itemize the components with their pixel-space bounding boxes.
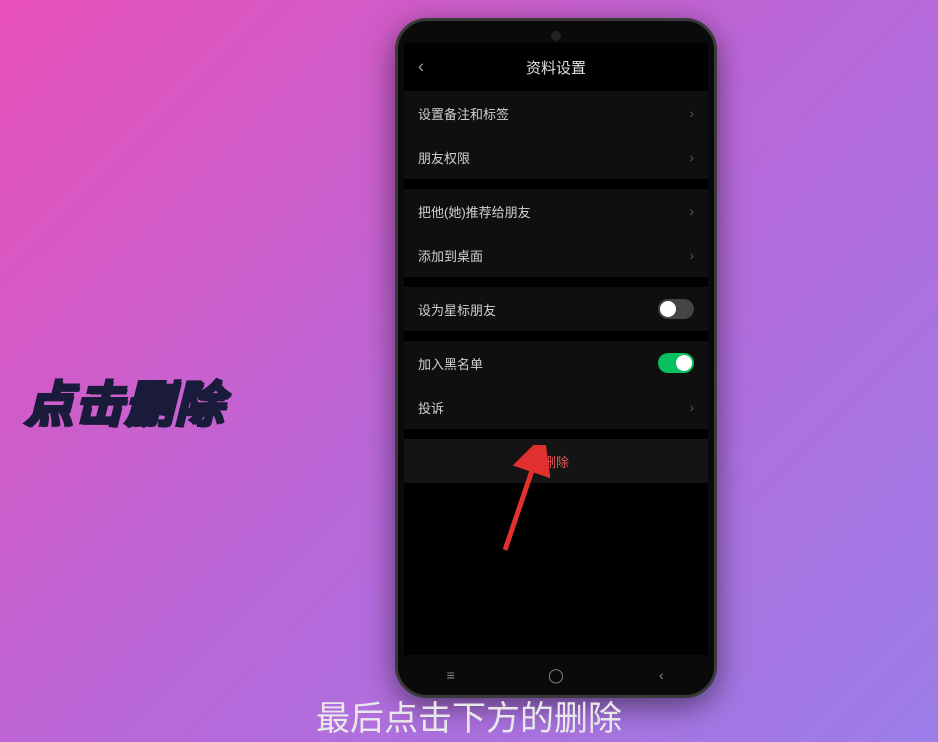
toggle-knob bbox=[676, 355, 692, 371]
section-gap bbox=[404, 179, 708, 189]
android-nav-bar: ≡ ◯ ‹ bbox=[398, 663, 714, 687]
chevron-right-icon: › bbox=[689, 399, 694, 415]
phone-camera-notch bbox=[551, 31, 561, 41]
page-header: ‹ 资料设置 bbox=[404, 43, 708, 91]
chevron-right-icon: › bbox=[689, 247, 694, 263]
item-remark-tags[interactable]: 设置备注和标签 › bbox=[404, 91, 708, 135]
item-label: 添加到桌面 bbox=[418, 246, 483, 265]
item-report[interactable]: 投诉 › bbox=[404, 385, 708, 429]
item-label: 投诉 bbox=[418, 398, 444, 417]
item-friend-permission[interactable]: 朋友权限 › bbox=[404, 135, 708, 179]
section-gap bbox=[404, 277, 708, 287]
item-label: 设置备注和标签 bbox=[418, 104, 509, 123]
chevron-right-icon: › bbox=[689, 149, 694, 165]
nav-home-icon[interactable]: ◯ bbox=[536, 667, 576, 684]
section-gap bbox=[404, 331, 708, 341]
item-add-desktop[interactable]: 添加到桌面 › bbox=[404, 233, 708, 277]
item-recommend[interactable]: 把他(她)推荐给朋友 › bbox=[404, 189, 708, 233]
nav-recent-icon[interactable]: ≡ bbox=[431, 667, 471, 683]
delete-button[interactable]: 删除 bbox=[404, 439, 708, 483]
item-star-friend[interactable]: 设为星标朋友 bbox=[404, 287, 708, 331]
phone-screen: ‹ 资料设置 设置备注和标签 › 朋友权限 › 把他(她)推荐给朋友 › 添加到… bbox=[404, 43, 708, 655]
page-title: 资料设置 bbox=[526, 57, 586, 78]
item-label: 把他(她)推荐给朋友 bbox=[418, 202, 531, 221]
toggle-star[interactable] bbox=[658, 299, 694, 319]
delete-label: 删除 bbox=[543, 452, 569, 471]
settings-list: 设置备注和标签 › 朋友权限 › 把他(她)推荐给朋友 › 添加到桌面 › 设为… bbox=[404, 91, 708, 483]
item-label: 朋友权限 bbox=[418, 148, 470, 167]
section-gap bbox=[404, 429, 708, 439]
item-label: 设为星标朋友 bbox=[418, 300, 496, 319]
back-icon[interactable]: ‹ bbox=[418, 57, 424, 78]
chevron-right-icon: › bbox=[689, 203, 694, 219]
nav-back-icon[interactable]: ‹ bbox=[641, 667, 681, 683]
bottom-caption: 最后点击下方的删除 bbox=[316, 691, 622, 740]
phone-frame: ‹ 资料设置 设置备注和标签 › 朋友权限 › 把他(她)推荐给朋友 › 添加到… bbox=[395, 18, 717, 698]
toggle-blacklist[interactable] bbox=[658, 353, 694, 373]
item-blacklist[interactable]: 加入黑名单 bbox=[404, 341, 708, 385]
item-label: 加入黑名单 bbox=[418, 354, 483, 373]
chevron-right-icon: › bbox=[689, 105, 694, 121]
side-caption: 点击删除 bbox=[25, 365, 225, 435]
toggle-knob bbox=[660, 301, 676, 317]
